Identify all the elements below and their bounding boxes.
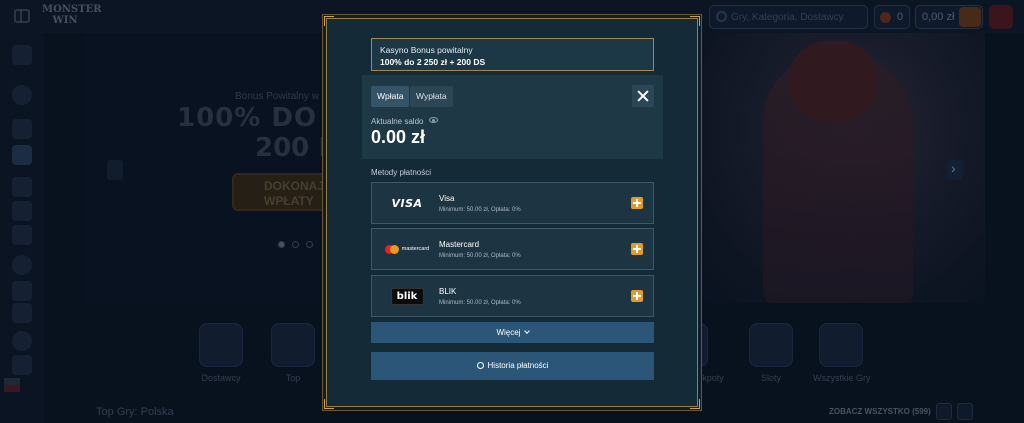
blik-logo-text: blik [390, 287, 424, 305]
visa-logo-text: VISA [391, 196, 423, 210]
more-methods-label: Więcej [496, 328, 521, 337]
payment-method-blik[interactable]: blik BLIK Minimum: 50.00 zł, Opłata: 0% [371, 275, 654, 317]
payment-method-name: BLIK [439, 287, 457, 296]
payment-method-meta: Minimum: 50.00 zł, Opłata: 0% [439, 207, 521, 213]
mastercard-logo: mastercard [384, 244, 430, 254]
history-icon [476, 362, 484, 369]
balance-label: Aktualne saldo [371, 117, 424, 126]
mastercard-orange-circle [389, 244, 399, 254]
modal-corner-ornament [324, 399, 334, 409]
payment-history-button[interactable]: Historia płatności [371, 352, 654, 380]
payment-method-name: Mastercard [439, 240, 480, 249]
blik-logo-icon: blik [378, 280, 436, 312]
mastercard-logo-text: mastercard [401, 246, 430, 252]
tab-deposit[interactable]: Wpłata [371, 86, 410, 107]
payment-method-meta: Minimum: 50.00 zł, Opłata: 0% [439, 253, 521, 259]
payment-method-visa[interactable]: VISA Visa Minimum: 50.00 zł, Opłata: 0% [371, 182, 654, 224]
visa-logo-icon: VISA [378, 187, 436, 219]
payment-method-name: Visa [439, 194, 455, 203]
add-icon[interactable] [631, 290, 643, 302]
mastercard-logo-icon: mastercard [378, 233, 436, 265]
close-button[interactable] [632, 85, 654, 107]
payment-methods-label: Metody płatności [371, 168, 432, 177]
bonus-offer: 100% do 2 250 zł + 200 DS [380, 57, 486, 67]
add-icon[interactable] [631, 197, 643, 209]
modal-corner-ornament [324, 16, 334, 26]
add-icon[interactable] [631, 243, 643, 255]
payment-history-label: Historia płatności [487, 361, 549, 370]
eye-icon[interactable] [429, 117, 438, 123]
modal-corner-ornament [690, 399, 700, 409]
wallet-panel: Wpłata Wypłata Aktualne saldo 0.00 zł [362, 75, 663, 159]
more-methods-button[interactable]: Więcej [371, 322, 654, 343]
payment-method-meta: Minimum: 50.00 zł, Opłata: 0% [439, 300, 521, 306]
balance-value: 0.00 zł [371, 127, 426, 147]
deposit-modal: Kasyno Bonus powitalny 100% do 2 250 zł … [324, 16, 700, 409]
tab-withdraw[interactable]: Wypłata [410, 86, 453, 107]
bonus-title: Kasyno Bonus powitalny [380, 45, 473, 55]
app-root: MONSTER WIN Gry, Kategoria, Dostawcy 0 0… [0, 0, 1024, 423]
bonus-selector[interactable]: Kasyno Bonus powitalny 100% do 2 250 zł … [371, 38, 654, 71]
payment-method-mastercard[interactable]: mastercard Mastercard Minimum: 50.00 zł,… [371, 228, 654, 270]
chevron-down-icon [523, 328, 530, 334]
modal-corner-ornament [690, 16, 700, 26]
